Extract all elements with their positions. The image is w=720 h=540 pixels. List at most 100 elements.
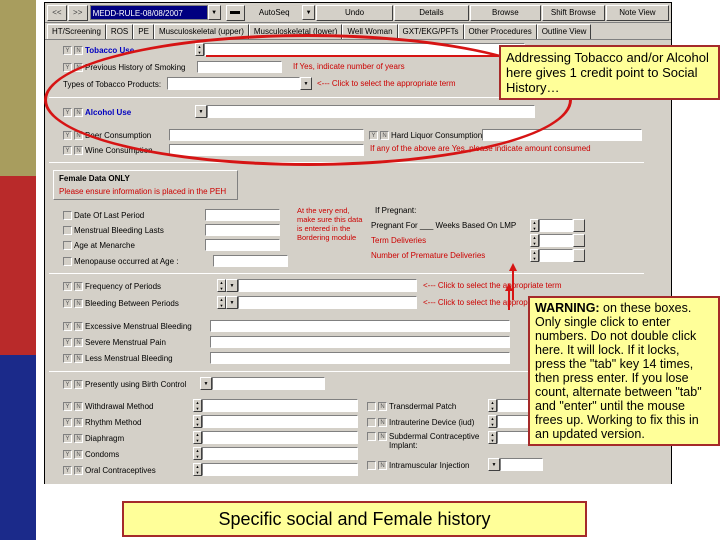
- condoms-no-checkbox[interactable]: N: [74, 449, 83, 459]
- presently-using-bc-yes-checkbox[interactable]: Y: [63, 379, 72, 389]
- withdrawal-combo[interactable]: ▲ ▼: [193, 399, 358, 412]
- chevron-down-icon[interactable]: ▼: [226, 296, 238, 309]
- types-tobacco-combo[interactable]: ▼: [167, 77, 312, 90]
- rhythm-yes-checkbox[interactable]: Y: [63, 417, 72, 427]
- browse-button[interactable]: Browse: [469, 4, 541, 21]
- details-button[interactable]: Details: [393, 4, 469, 21]
- condoms-yes-checkbox[interactable]: Y: [63, 449, 72, 459]
- tobacco-spin-button[interactable]: ▲ ▼: [195, 43, 204, 56]
- presently-using-bc-row[interactable]: Y N Presently using Birth Control: [63, 378, 186, 390]
- beer-input[interactable]: [169, 129, 364, 141]
- iud-no-checkbox[interactable]: N: [378, 417, 387, 427]
- chevron-down-icon[interactable]: ▼: [300, 77, 312, 90]
- presently-using-bc-combo[interactable]: ▼: [200, 377, 325, 390]
- withdrawal-row[interactable]: Y N Withdrawal Method: [63, 400, 153, 412]
- withdrawal-yes-checkbox[interactable]: Y: [63, 401, 72, 411]
- hard-liquor-no-checkbox[interactable]: N: [380, 130, 389, 140]
- frequency-periods-no-checkbox[interactable]: N: [74, 281, 83, 291]
- diaphragm-yes-checkbox[interactable]: Y: [63, 433, 72, 443]
- chevron-down-icon[interactable]: ▼: [226, 279, 238, 292]
- previous-smoking-row[interactable]: Y N Previous History of Smoking: [63, 61, 185, 73]
- tab-musculoskeletal-lower[interactable]: Musculoskeletal (lower): [248, 24, 343, 39]
- wine-input[interactable]: [169, 144, 364, 156]
- nav-next-button[interactable]: >>: [67, 4, 88, 21]
- chevron-down-icon[interactable]: ▼: [195, 105, 207, 118]
- pregnant-weeks-button[interactable]: [573, 219, 585, 232]
- beer-yes-checkbox[interactable]: Y: [63, 130, 72, 140]
- less-bleeding-no-checkbox[interactable]: N: [74, 353, 83, 363]
- age-menarche-row[interactable]: Age at Menarche: [63, 239, 135, 251]
- condoms-spin[interactable]: ▲ ▼: [193, 447, 202, 460]
- menstrual-bleeding-lasts-checkbox[interactable]: [63, 225, 72, 235]
- rhythm-row[interactable]: Y N Rhythm Method: [63, 416, 141, 428]
- injection-field[interactable]: [500, 458, 543, 471]
- tab-ros[interactable]: ROS: [105, 24, 134, 39]
- date-last-period-input[interactable]: [205, 209, 280, 221]
- excessive-bleeding-no-checkbox[interactable]: N: [74, 321, 83, 331]
- age-menarche-input[interactable]: [205, 239, 280, 251]
- withdrawal-field[interactable]: [202, 399, 358, 412]
- diaphragm-field[interactable]: [202, 431, 358, 444]
- hard-liquor-input[interactable]: [482, 129, 642, 141]
- implant-row[interactable]: N Subdermal Contraceptive Implant:: [367, 432, 481, 454]
- term-deliveries-spin[interactable]: ▲ ▼: [530, 234, 539, 247]
- nav-prev-button[interactable]: <<: [47, 4, 67, 21]
- oral-contraceptives-yes-checkbox[interactable]: Y: [63, 465, 72, 475]
- premature-deliveries-input[interactable]: [539, 249, 573, 262]
- date-last-period-checkbox[interactable]: [63, 210, 72, 220]
- patch-spin[interactable]: ▲ ▼: [488, 399, 497, 412]
- tab-pe[interactable]: PE: [133, 24, 154, 39]
- previous-smoking-yes-checkbox[interactable]: Y: [63, 62, 72, 72]
- premature-deliveries-button[interactable]: [573, 249, 585, 262]
- bleeding-between-no-checkbox[interactable]: N: [74, 298, 83, 308]
- diaphragm-spin[interactable]: ▲ ▼: [193, 431, 202, 444]
- beer-row[interactable]: Y N Beer Consumption: [63, 129, 151, 141]
- tobacco-no-checkbox[interactable]: N: [74, 45, 83, 55]
- alcohol-no-checkbox[interactable]: N: [74, 107, 83, 117]
- diaphragm-combo[interactable]: ▲ ▼: [193, 431, 358, 444]
- types-tobacco-field[interactable]: [167, 77, 300, 90]
- severe-pain-no-checkbox[interactable]: N: [74, 337, 83, 347]
- diaphragm-no-checkbox[interactable]: N: [74, 433, 83, 443]
- frequency-periods-yes-checkbox[interactable]: Y: [63, 281, 72, 291]
- withdrawal-no-checkbox[interactable]: N: [74, 401, 83, 411]
- severe-pain-input[interactable]: [210, 336, 510, 348]
- iud-yes-checkbox[interactable]: [367, 417, 376, 427]
- undo-button[interactable]: Undo: [316, 4, 393, 21]
- alcohol-use-field[interactable]: [207, 105, 535, 118]
- term-deliveries-button[interactable]: [573, 234, 585, 247]
- oral-contraceptives-no-checkbox[interactable]: N: [74, 465, 83, 475]
- excessive-bleeding-row[interactable]: Y N Excessive Menstrual Bleeding: [63, 320, 192, 332]
- bleeding-between-yes-checkbox[interactable]: Y: [63, 298, 72, 308]
- implant-spin[interactable]: ▲ ▼: [488, 431, 497, 444]
- premature-deliveries-spin[interactable]: ▲ ▼: [530, 249, 539, 262]
- diaphragm-row[interactable]: Y N Diaphragm: [63, 432, 124, 444]
- patch-row[interactable]: N Transdermal Patch: [367, 400, 456, 412]
- tab-musculoskeletal-upper[interactable]: Musculoskeletal (upper): [153, 24, 249, 39]
- rhythm-spin[interactable]: ▲ ▼: [193, 415, 202, 428]
- oral-contraceptives-spin[interactable]: ▲ ▼: [193, 463, 202, 476]
- patch-no-checkbox[interactable]: N: [378, 401, 387, 411]
- bleeding-between-field[interactable]: [238, 296, 417, 309]
- menopause-age-input[interactable]: [213, 255, 288, 267]
- age-menarche-checkbox[interactable]: [63, 240, 72, 250]
- tobacco-use-row[interactable]: Y N Tobacco Use: [63, 44, 134, 56]
- date-last-period-row[interactable]: Date Of Last Period: [63, 209, 144, 221]
- injection-combo[interactable]: ▼: [488, 458, 543, 471]
- oral-contraceptives-field[interactable]: [202, 463, 358, 476]
- less-bleeding-row[interactable]: Y N Less Menstrual Bleeding: [63, 352, 173, 364]
- bleeding-between-combo[interactable]: ▲ ▼ ▼: [217, 296, 417, 309]
- condoms-combo[interactable]: ▲ ▼: [193, 447, 358, 460]
- tab-well-woman[interactable]: Well Woman: [342, 24, 398, 39]
- less-bleeding-input[interactable]: [210, 352, 510, 364]
- chevron-down-icon[interactable]: ▼: [302, 5, 316, 20]
- record-selector[interactable]: MEDD-RULE-08/08/2007 ▼: [89, 4, 221, 21]
- condoms-row[interactable]: Y N Condoms: [63, 448, 119, 460]
- oral-contraceptives-row[interactable]: Y N Oral Contraceptives: [63, 464, 156, 476]
- chevron-down-icon[interactable]: ▼: [200, 377, 212, 390]
- implant-no-checkbox[interactable]: N: [378, 432, 387, 441]
- severe-pain-yes-checkbox[interactable]: Y: [63, 337, 72, 347]
- shift-browse-button[interactable]: Shift Browse: [541, 4, 605, 21]
- iud-row[interactable]: N Intrauterine Device (iud): [367, 416, 474, 428]
- injection-row[interactable]: N Intramuscular Injection: [367, 459, 469, 471]
